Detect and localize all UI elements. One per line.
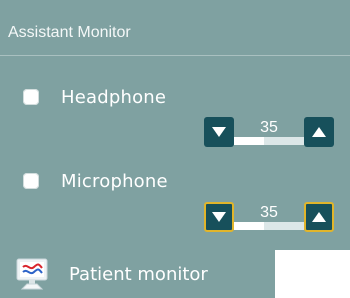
triangle-down-icon (212, 127, 226, 137)
headphone-checkbox[interactable] (23, 89, 39, 105)
headphone-level-value: 35 (260, 119, 278, 136)
microphone-level-value: 35 (260, 204, 278, 221)
monitor-icon (15, 258, 49, 290)
patient-monitor-label: Patient monitor (69, 263, 208, 285)
triangle-up-icon (312, 212, 326, 222)
microphone-level-fill (234, 222, 264, 230)
headphone-level-track (234, 137, 304, 145)
microphone-level-stepper: 35 (204, 202, 334, 232)
microphone-level-track (234, 222, 304, 230)
triangle-down-icon (212, 212, 226, 222)
headphone-increase-button[interactable] (304, 117, 334, 147)
patient-monitor-button[interactable]: Patient monitor (0, 250, 275, 298)
microphone-label: Microphone (61, 170, 168, 192)
microphone-decrease-button[interactable] (204, 202, 234, 232)
headphone-level-stepper: 35 (204, 117, 334, 147)
assistant-monitor-panel: Assistant Monitor Headphone 35 Microphon… (0, 0, 350, 250)
microphone-checkbox-row[interactable]: Microphone (23, 170, 168, 192)
microphone-checkbox[interactable] (23, 173, 39, 189)
headphone-checkbox-row[interactable]: Headphone (23, 86, 166, 108)
divider (0, 55, 350, 56)
headphone-level-fill (234, 137, 264, 145)
headphone-label: Headphone (61, 86, 167, 108)
headphone-decrease-button[interactable] (204, 117, 234, 147)
microphone-increase-button[interactable] (304, 202, 334, 232)
triangle-up-icon (312, 127, 326, 137)
panel-title: Assistant Monitor (8, 24, 131, 41)
